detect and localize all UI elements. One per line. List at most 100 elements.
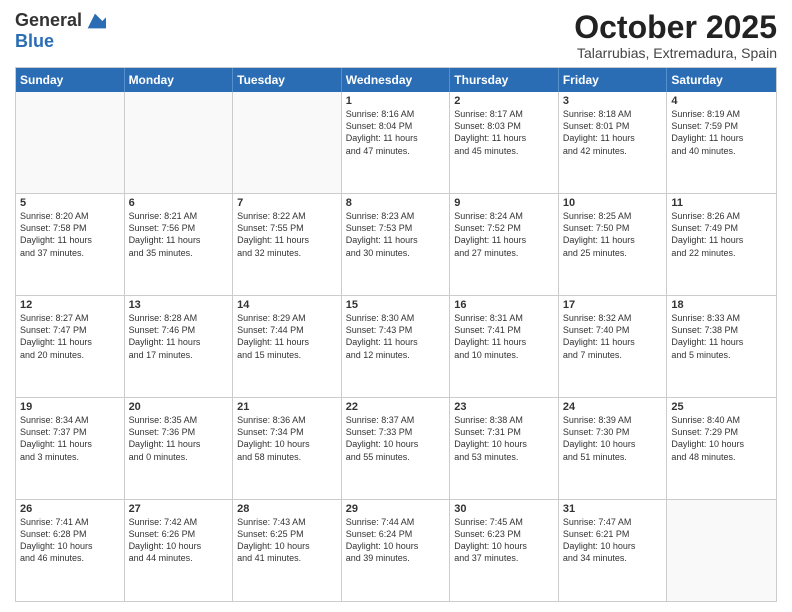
day-number: 25	[671, 401, 772, 413]
weekday-header: Sunday	[16, 68, 125, 92]
cell-content: Sunrise: 8:28 AM Sunset: 7:46 PM Dayligh…	[129, 313, 201, 359]
calendar-cell: 2 Sunrise: 8:17 AM Sunset: 8:03 PM Daylig…	[450, 92, 559, 193]
weekday-header: Saturday	[667, 68, 776, 92]
weekday-header: Wednesday	[342, 68, 451, 92]
calendar-cell	[233, 92, 342, 193]
calendar-cell: 25 Sunrise: 8:40 AM Sunset: 7:29 PM Dayli…	[667, 398, 776, 499]
day-number: 2	[454, 95, 554, 107]
calendar-cell: 24Sunrise: 8:39 AM Sunset: 7:30 PM Dayli…	[559, 398, 668, 499]
calendar-cell: 17Sunrise: 8:32 AM Sunset: 7:40 PM Dayli…	[559, 296, 668, 397]
calendar-cell: 16 Sunrise: 8:31 AM Sunset: 7:41 PM Dayli…	[450, 296, 559, 397]
calendar-cell: 30 Sunrise: 7:45 AM Sunset: 6:23 PM Dayli…	[450, 500, 559, 601]
cell-content: Sunrise: 8:27 AM Sunset: 7:47 PM Dayligh…	[20, 313, 92, 359]
logo-blue: Blue	[15, 32, 106, 52]
page-container: General Blue October 2025 Talarrubias, E…	[0, 0, 792, 612]
day-number: 10	[563, 197, 663, 209]
calendar-cell: 5 Sunrise: 8:20 AM Sunset: 7:58 PM Daylig…	[16, 194, 125, 295]
day-number: 30	[454, 503, 554, 515]
calendar-cell: 28Sunrise: 7:43 AM Sunset: 6:25 PM Dayli…	[233, 500, 342, 601]
cell-content: Sunrise: 8:25 AM Sunset: 7:50 PM Dayligh…	[563, 211, 635, 257]
cell-content: Sunrise: 8:32 AM Sunset: 7:40 PM Dayligh…	[563, 313, 635, 359]
calendar-row: 12 Sunrise: 8:27 AM Sunset: 7:47 PM Dayli…	[16, 295, 776, 397]
day-number: 26	[20, 503, 120, 515]
calendar-cell: 9 Sunrise: 8:24 AM Sunset: 7:52 PM Daylig…	[450, 194, 559, 295]
day-number: 4	[671, 95, 772, 107]
calendar-cell: 31Sunrise: 7:47 AM Sunset: 6:21 PM Dayli…	[559, 500, 668, 601]
cell-content: Sunrise: 8:31 AM Sunset: 7:41 PM Dayligh…	[454, 313, 526, 359]
cell-content: Sunrise: 8:35 AM Sunset: 7:36 PM Dayligh…	[129, 415, 201, 461]
calendar-cell: 11 Sunrise: 8:26 AM Sunset: 7:49 PM Dayli…	[667, 194, 776, 295]
cell-content: Sunrise: 8:40 AM Sunset: 7:29 PM Dayligh…	[671, 415, 744, 461]
cell-content: Sunrise: 8:29 AM Sunset: 7:44 PM Dayligh…	[237, 313, 309, 359]
calendar-cell: 3 Sunrise: 8:18 AM Sunset: 8:01 PM Daylig…	[559, 92, 668, 193]
cell-content: Sunrise: 8:21 AM Sunset: 7:56 PM Dayligh…	[129, 211, 201, 257]
cell-content: Sunrise: 8:26 AM Sunset: 7:49 PM Dayligh…	[671, 211, 743, 257]
logo-icon	[84, 10, 106, 32]
calendar-cell: 29 Sunrise: 7:44 AM Sunset: 6:24 PM Dayli…	[342, 500, 451, 601]
day-number: 22	[346, 401, 446, 413]
calendar-cell: 10 Sunrise: 8:25 AM Sunset: 7:50 PM Dayli…	[559, 194, 668, 295]
calendar-row: 19 Sunrise: 8:34 AM Sunset: 7:37 PM Dayli…	[16, 397, 776, 499]
calendar-body: 1Sunrise: 8:16 AM Sunset: 8:04 PM Daylig…	[16, 92, 776, 601]
calendar-cell	[667, 500, 776, 601]
calendar-cell: 15 Sunrise: 8:30 AM Sunset: 7:43 PM Dayli…	[342, 296, 451, 397]
cell-content: Sunrise: 8:30 AM Sunset: 7:43 PM Dayligh…	[346, 313, 418, 359]
calendar-cell: 14Sunrise: 8:29 AM Sunset: 7:44 PM Dayli…	[233, 296, 342, 397]
cell-content: Sunrise: 8:23 AM Sunset: 7:53 PM Dayligh…	[346, 211, 418, 257]
cell-content: Sunrise: 8:34 AM Sunset: 7:37 PM Dayligh…	[20, 415, 92, 461]
day-number: 16	[454, 299, 554, 311]
day-number: 29	[346, 503, 446, 515]
day-number: 15	[346, 299, 446, 311]
calendar-cell: 27 Sunrise: 7:42 AM Sunset: 6:26 PM Dayli…	[125, 500, 234, 601]
day-number: 27	[129, 503, 229, 515]
calendar-cell: 26 Sunrise: 7:41 AM Sunset: 6:28 PM Dayli…	[16, 500, 125, 601]
day-number: 1	[346, 95, 446, 107]
calendar-cell: 1Sunrise: 8:16 AM Sunset: 8:04 PM Daylig…	[342, 92, 451, 193]
calendar-cell: 6Sunrise: 8:21 AM Sunset: 7:56 PM Daylig…	[125, 194, 234, 295]
day-number: 28	[237, 503, 337, 515]
calendar-cell: 22 Sunrise: 8:37 AM Sunset: 7:33 PM Dayli…	[342, 398, 451, 499]
calendar-cell: 18Sunrise: 8:33 AM Sunset: 7:38 PM Dayli…	[667, 296, 776, 397]
day-number: 3	[563, 95, 663, 107]
day-number: 20	[129, 401, 229, 413]
day-number: 21	[237, 401, 337, 413]
calendar-header: SundayMondayTuesdayWednesdayThursdayFrid…	[16, 68, 776, 92]
calendar-cell: 23Sunrise: 8:38 AM Sunset: 7:31 PM Dayli…	[450, 398, 559, 499]
title-section: October 2025 Talarrubias, Extremadura, S…	[574, 10, 777, 61]
cell-content: Sunrise: 8:17 AM Sunset: 8:03 PM Dayligh…	[454, 109, 526, 155]
logo-general: General	[15, 11, 82, 31]
day-number: 11	[671, 197, 772, 209]
calendar-cell: 19 Sunrise: 8:34 AM Sunset: 7:37 PM Dayli…	[16, 398, 125, 499]
cell-content: Sunrise: 8:19 AM Sunset: 7:59 PM Dayligh…	[671, 109, 743, 155]
day-number: 23	[454, 401, 554, 413]
cell-content: Sunrise: 7:45 AM Sunset: 6:23 PM Dayligh…	[454, 517, 527, 563]
calendar-row: 5 Sunrise: 8:20 AM Sunset: 7:58 PM Daylig…	[16, 193, 776, 295]
day-number: 12	[20, 299, 120, 311]
weekday-header: Friday	[559, 68, 668, 92]
day-number: 13	[129, 299, 229, 311]
cell-content: Sunrise: 8:24 AM Sunset: 7:52 PM Dayligh…	[454, 211, 526, 257]
calendar-cell: 13 Sunrise: 8:28 AM Sunset: 7:46 PM Dayli…	[125, 296, 234, 397]
cell-content: Sunrise: 8:20 AM Sunset: 7:58 PM Dayligh…	[20, 211, 92, 257]
cell-content: Sunrise: 8:18 AM Sunset: 8:01 PM Dayligh…	[563, 109, 635, 155]
calendar-cell: 4 Sunrise: 8:19 AM Sunset: 7:59 PM Daylig…	[667, 92, 776, 193]
month-title: October 2025	[574, 10, 777, 45]
day-number: 7	[237, 197, 337, 209]
cell-content: Sunrise: 7:42 AM Sunset: 6:26 PM Dayligh…	[129, 517, 202, 563]
weekday-header: Thursday	[450, 68, 559, 92]
subtitle: Talarrubias, Extremadura, Spain	[574, 45, 777, 61]
calendar-row: 1Sunrise: 8:16 AM Sunset: 8:04 PM Daylig…	[16, 92, 776, 193]
calendar-cell: 21 Sunrise: 8:36 AM Sunset: 7:34 PM Dayli…	[233, 398, 342, 499]
logo: General Blue	[15, 10, 106, 52]
day-number: 9	[454, 197, 554, 209]
cell-content: Sunrise: 8:37 AM Sunset: 7:33 PM Dayligh…	[346, 415, 419, 461]
cell-content: Sunrise: 7:41 AM Sunset: 6:28 PM Dayligh…	[20, 517, 93, 563]
day-number: 8	[346, 197, 446, 209]
cell-content: Sunrise: 8:36 AM Sunset: 7:34 PM Dayligh…	[237, 415, 310, 461]
day-number: 19	[20, 401, 120, 413]
calendar-cell	[125, 92, 234, 193]
day-number: 5	[20, 197, 120, 209]
day-number: 31	[563, 503, 663, 515]
calendar-cell: 20 Sunrise: 8:35 AM Sunset: 7:36 PM Dayli…	[125, 398, 234, 499]
cell-content: Sunrise: 7:44 AM Sunset: 6:24 PM Dayligh…	[346, 517, 419, 563]
